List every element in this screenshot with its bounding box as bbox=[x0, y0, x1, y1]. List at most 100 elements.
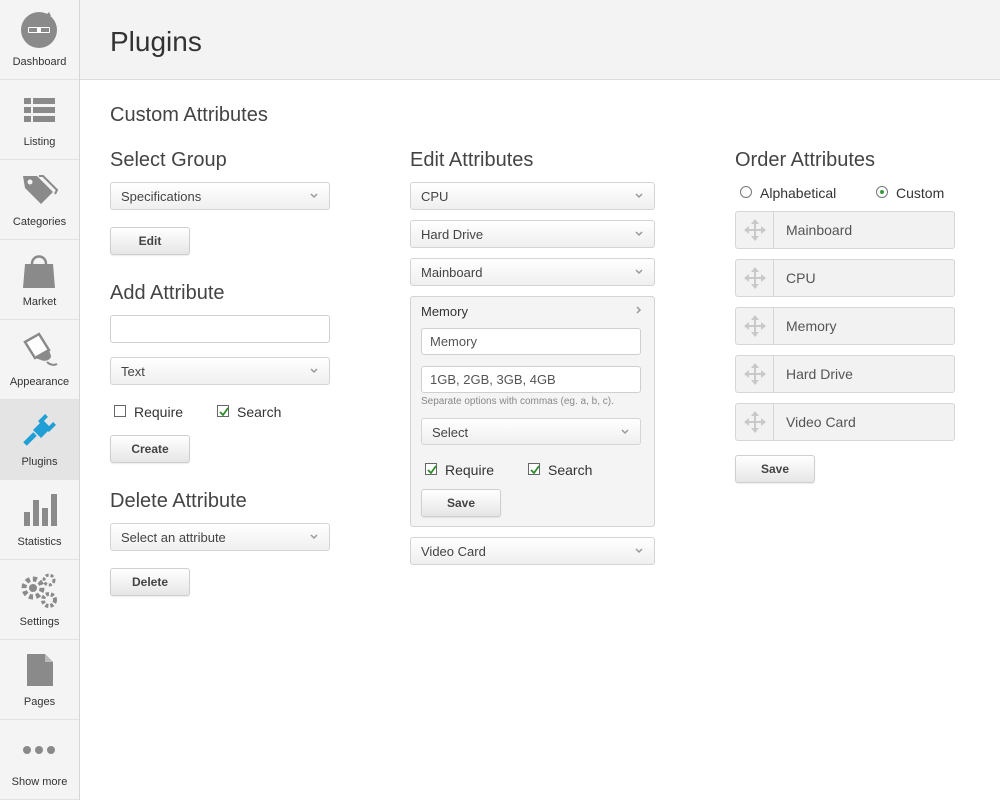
move-icon bbox=[744, 219, 766, 241]
search-checkbox[interactable] bbox=[217, 405, 229, 417]
add-attribute-title: Add Attribute bbox=[110, 282, 225, 304]
sidebar-item-label: Statistics bbox=[17, 536, 62, 548]
move-icon bbox=[744, 363, 766, 385]
paint-bucket-icon bbox=[19, 330, 59, 370]
attribute-accordion-item[interactable]: CPU bbox=[410, 182, 655, 210]
chevron-down-icon bbox=[635, 269, 643, 275]
attribute-type-value: Text bbox=[121, 364, 145, 379]
edit-group-button[interactable]: Edit bbox=[110, 227, 190, 255]
search-label: Search bbox=[548, 462, 593, 478]
drag-handle[interactable] bbox=[736, 404, 774, 440]
dashboard-icon bbox=[19, 10, 59, 50]
sidebar-item-statistics[interactable]: Statistics bbox=[0, 480, 79, 560]
sidebar-item-listing[interactable]: Listing bbox=[0, 80, 79, 160]
save-attribute-button[interactable]: Save bbox=[421, 489, 501, 517]
more-dots-icon bbox=[19, 730, 59, 770]
delete-attribute-value: Select an attribute bbox=[121, 530, 226, 545]
order-item-label: CPU bbox=[786, 270, 816, 286]
chevron-down-icon bbox=[310, 534, 318, 540]
shopping-bag-icon bbox=[19, 250, 59, 290]
alphabetical-radio[interactable] bbox=[740, 186, 752, 198]
require-checkbox[interactable] bbox=[425, 463, 437, 475]
require-checkbox[interactable] bbox=[114, 405, 126, 417]
drag-handle[interactable] bbox=[736, 212, 774, 248]
chevron-down-icon bbox=[635, 548, 643, 554]
attribute-type-value: Select bbox=[432, 425, 469, 440]
page-header: Plugins bbox=[80, 0, 1000, 80]
chevron-down-icon bbox=[635, 193, 643, 199]
new-attribute-name-input[interactable] bbox=[110, 315, 330, 343]
create-attribute-button[interactable]: Create bbox=[110, 435, 190, 463]
order-item[interactable]: Memory bbox=[735, 307, 955, 345]
attribute-name: Mainboard bbox=[421, 265, 483, 280]
bar-chart-icon bbox=[19, 490, 59, 530]
require-label: Require bbox=[445, 462, 495, 478]
drag-handle[interactable] bbox=[736, 260, 774, 296]
group-select-value: Specifications bbox=[121, 189, 202, 204]
sidebar-item-label: Listing bbox=[23, 136, 56, 148]
custom-label: Custom bbox=[896, 185, 945, 201]
sidebar-item-label: Pages bbox=[23, 696, 56, 708]
order-item[interactable]: Hard Drive bbox=[735, 355, 955, 393]
order-item-label: Memory bbox=[786, 318, 837, 334]
sidebar-item-categories[interactable]: Categories bbox=[0, 160, 79, 240]
chevron-down-icon bbox=[621, 429, 629, 435]
order-attributes-title: Order Attributes bbox=[735, 149, 876, 171]
drag-handle[interactable] bbox=[736, 356, 774, 392]
attribute-accordion-item[interactable]: Mainboard bbox=[410, 258, 655, 286]
attribute-options-input[interactable] bbox=[421, 366, 641, 393]
chevron-right-icon bbox=[636, 306, 642, 314]
sidebar-item-pages[interactable]: Pages bbox=[0, 640, 79, 720]
move-icon bbox=[744, 411, 766, 433]
expanded-attribute-header[interactable]: Memory bbox=[411, 297, 654, 325]
sidebar-item-label: Dashboard bbox=[12, 56, 67, 68]
section-title: Custom Attributes bbox=[110, 104, 268, 126]
save-order-button[interactable]: Save bbox=[735, 455, 815, 483]
attribute-name: Video Card bbox=[421, 544, 486, 559]
custom-radio[interactable] bbox=[876, 186, 888, 198]
attribute-accordion-item[interactable]: Video Card bbox=[410, 537, 655, 565]
attribute-type-select[interactable]: Text bbox=[110, 357, 330, 385]
checkmark-icon bbox=[427, 465, 437, 475]
attribute-accordion-item[interactable]: Hard Drive bbox=[410, 220, 655, 248]
order-item-label: Mainboard bbox=[786, 222, 853, 238]
checkmark-icon bbox=[219, 407, 229, 417]
delete-attribute-title: Delete Attribute bbox=[110, 490, 247, 512]
delete-attribute-button[interactable]: Delete bbox=[110, 568, 190, 596]
search-checkbox[interactable] bbox=[528, 463, 540, 475]
group-select[interactable]: Specifications bbox=[110, 182, 330, 210]
order-item[interactable]: CPU bbox=[735, 259, 955, 297]
sidebar-item-label: Settings bbox=[19, 616, 60, 628]
sidebar-item-settings[interactable]: Settings bbox=[0, 560, 79, 640]
order-item-label: Video Card bbox=[786, 414, 856, 430]
tag-icon bbox=[19, 170, 59, 210]
sidebar-item-market[interactable]: Market bbox=[0, 240, 79, 320]
gears-icon bbox=[19, 570, 59, 610]
order-item-label: Hard Drive bbox=[786, 366, 853, 382]
edit-attributes-title: Edit Attributes bbox=[410, 149, 534, 171]
sidebar-item-plugins[interactable]: Plugins bbox=[0, 400, 79, 480]
sidebar-item-label: Plugins bbox=[21, 456, 58, 468]
sidebar-item-dashboard[interactable]: Dashboard bbox=[0, 0, 79, 80]
sidebar-item-show-more[interactable]: Show more bbox=[0, 720, 79, 800]
drag-handle[interactable] bbox=[736, 308, 774, 344]
attribute-type-select[interactable]: Select bbox=[421, 418, 641, 445]
attribute-name: Memory bbox=[421, 304, 468, 319]
attribute-name: CPU bbox=[421, 189, 449, 204]
sidebar: Dashboard Listing Categories Market Appe… bbox=[0, 0, 80, 800]
chevron-down-icon bbox=[310, 193, 318, 199]
attribute-name: Hard Drive bbox=[421, 227, 484, 242]
options-hint: Separate options with commas (eg. a, b, … bbox=[421, 396, 614, 407]
delete-attribute-select[interactable]: Select an attribute bbox=[110, 523, 330, 551]
page-title: Plugins bbox=[110, 26, 202, 57]
sidebar-item-label: Categories bbox=[12, 216, 67, 228]
sidebar-item-label: Show more bbox=[11, 776, 68, 788]
order-item[interactable]: Video Card bbox=[735, 403, 955, 441]
attribute-name-input[interactable] bbox=[421, 328, 641, 355]
chevron-down-icon bbox=[310, 368, 318, 374]
expanded-attribute-panel: Memory Separate options with commas (eg.… bbox=[410, 296, 655, 527]
order-item[interactable]: Mainboard bbox=[735, 211, 955, 249]
plug-icon bbox=[19, 410, 59, 450]
sidebar-item-appearance[interactable]: Appearance bbox=[0, 320, 79, 400]
select-group-title: Select Group bbox=[110, 149, 227, 171]
